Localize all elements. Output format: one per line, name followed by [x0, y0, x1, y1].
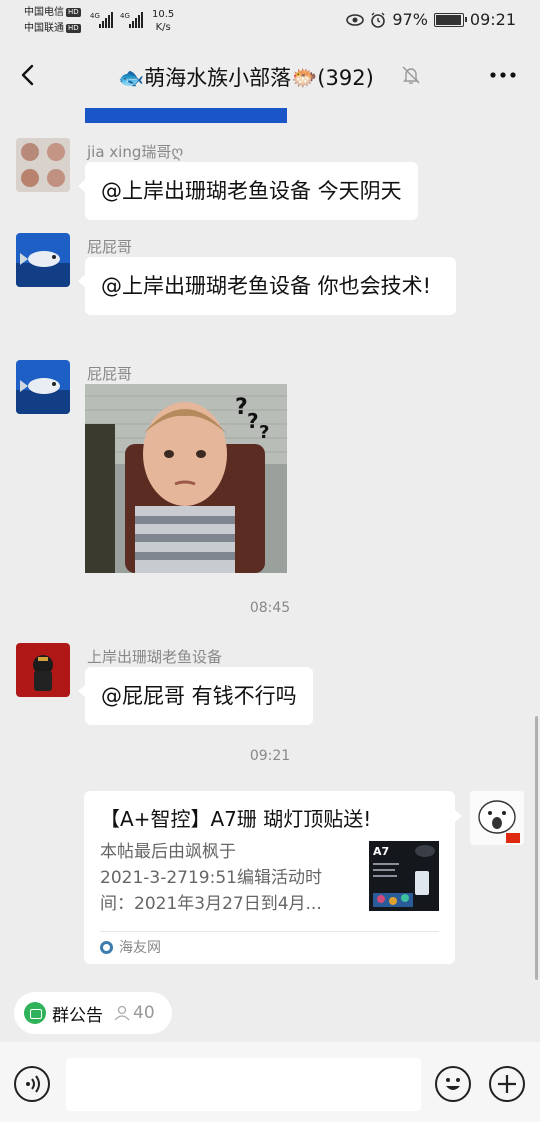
svg-text:?: ? — [259, 422, 269, 443]
divider — [100, 931, 439, 932]
link-card-description: 本帖最后由飒枫于 2021-3-2719:51编辑活动时 间：2021年3月27… — [100, 842, 322, 914]
sender-name: 屁屁哥 — [87, 238, 133, 256]
svg-text:?: ? — [235, 395, 248, 420]
plus-icon[interactable] — [489, 1066, 525, 1102]
group-notice-icon — [24, 1002, 46, 1024]
battery-percent: 97% — [392, 10, 428, 29]
battery-icon — [433, 12, 467, 27]
eye-icon — [346, 13, 365, 26]
svg-text:4G: 4G — [90, 12, 100, 20]
status-bar: 中国电信 HD 中国联通 HD 4G 4G 10.5 K/s 97% 09:21 — [0, 0, 540, 42]
chat-header: 🐟萌海水族小部落🐡(392) — [0, 42, 540, 108]
signal-icon-2: 4G — [120, 12, 143, 28]
previous-image-bottom[interactable] — [85, 108, 287, 123]
site-logo-icon — [100, 940, 113, 954]
signal-icon: 4G — [90, 12, 113, 28]
alarm-icon — [371, 12, 386, 28]
avatar[interactable] — [16, 643, 70, 697]
timestamp: 08:45 — [249, 600, 291, 616]
link-card-title: 【A+智控】A7珊 瑚灯顶贴送! — [100, 807, 372, 831]
image-message[interactable]: ? ? ? — [85, 384, 287, 573]
sender-name: 上岸出珊瑚老鱼设备 — [87, 648, 223, 666]
status-right: 97% 09:21 — [346, 10, 516, 29]
avatar[interactable] — [16, 360, 70, 414]
voice-icon[interactable] — [14, 1066, 50, 1102]
link-card-thumbnail: A7 — [369, 841, 439, 911]
avatar[interactable] — [16, 233, 70, 287]
chat-title: 🐟萌海水族小部落🐡(392) — [118, 66, 374, 90]
sender-name: 屁屁哥 — [87, 365, 133, 383]
link-card-source: 海友网 — [100, 937, 161, 957]
network-speed: 10.5 K/s — [152, 9, 175, 33]
more-icon[interactable] — [488, 64, 518, 86]
chat-area[interactable]: jia xing瑞哥ღ @上岸出珊瑚老鱼设备 今天阴天 屁屁哥 @上岸出珊瑚老鱼… — [0, 108, 540, 980]
svg-text:A7: A7 — [373, 845, 389, 858]
clock: 09:21 — [469, 10, 516, 29]
mute-bell-icon — [402, 66, 420, 84]
back-arrow-icon[interactable] — [14, 58, 44, 92]
group-notice-label: 群公告 — [52, 1005, 103, 1026]
emoji-icon[interactable] — [435, 1066, 471, 1102]
message-bubble[interactable]: @上岸出珊瑚老鱼设备 今天阴天 — [78, 162, 418, 220]
link-card-message[interactable]: 【A+智控】A7珊 瑚灯顶贴送! 本帖最后由飒枫于 2021-3-2719:51… — [84, 791, 462, 964]
svg-text:?: ? — [247, 409, 259, 433]
svg-text:4G: 4G — [120, 12, 130, 20]
carrier-2: 中国联通 HD — [24, 23, 81, 34]
my-avatar[interactable] — [470, 791, 524, 845]
message-input[interactable] — [66, 1058, 421, 1111]
sender-name: jia xing瑞哥ღ — [87, 143, 184, 161]
notice-area: 群公告 40 — [0, 980, 540, 1042]
timestamp: 09:21 — [249, 748, 291, 764]
scrollbar[interactable] — [535, 716, 538, 980]
message-bubble[interactable]: @上岸出珊瑚老鱼设备 你也会技术! — [78, 257, 456, 315]
member-count: 40 — [113, 1003, 155, 1023]
person-icon — [114, 1005, 130, 1021]
message-bubble[interactable]: @屁屁哥 有钱不行吗 — [78, 667, 313, 725]
avatar[interactable] — [16, 138, 70, 192]
input-bar — [0, 1042, 540, 1122]
group-notice-button[interactable]: 群公告 40 — [14, 992, 172, 1034]
carrier-1: 中国电信 HD — [24, 7, 81, 18]
